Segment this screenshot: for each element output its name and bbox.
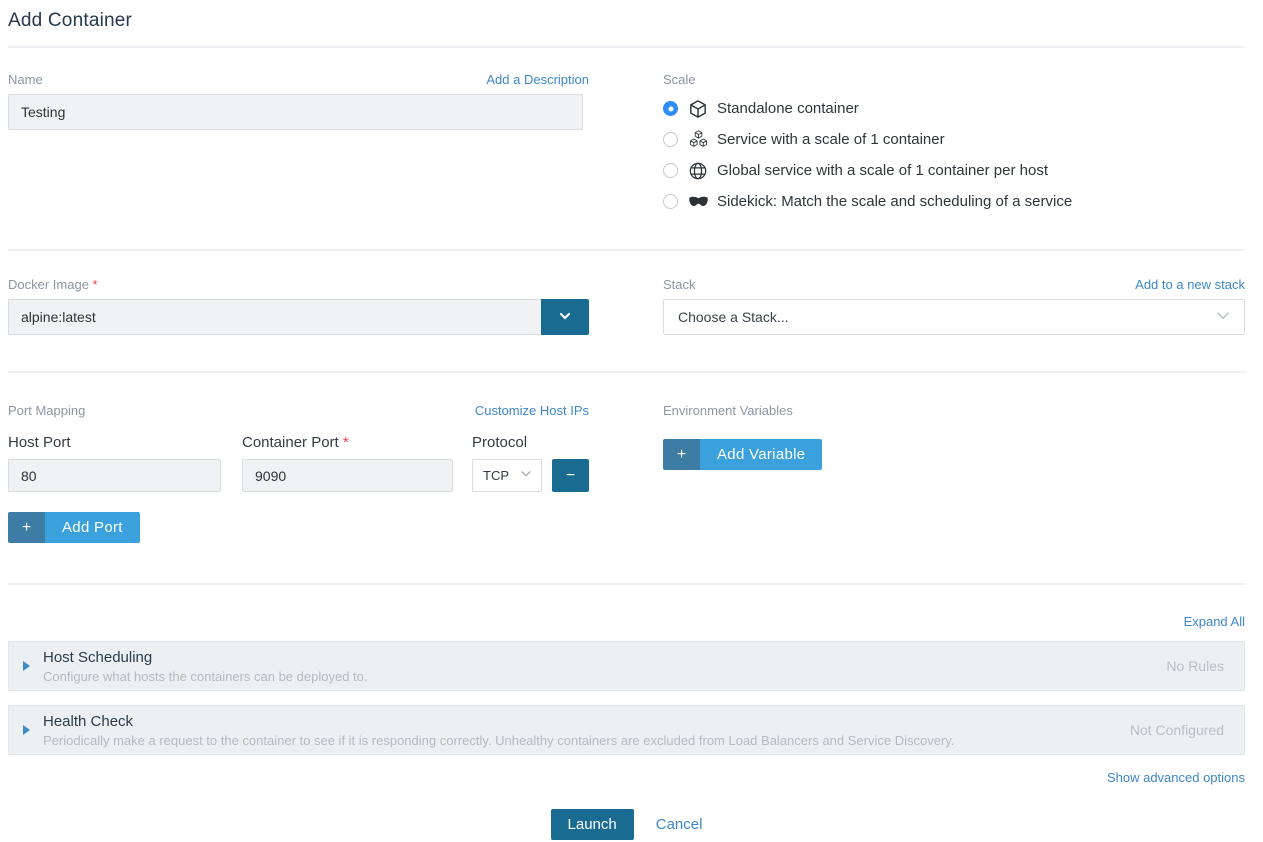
expand-all-link[interactable]: Expand All	[1184, 614, 1245, 629]
host-port-label: Host Port	[8, 434, 221, 451]
cancel-link[interactable]: Cancel	[656, 816, 703, 833]
add-variable-button[interactable]: + Add Variable	[663, 439, 822, 470]
section-divider	[8, 371, 1245, 373]
expand-caret-icon	[23, 725, 30, 735]
add-new-stack-link[interactable]: Add to a new stack	[1135, 277, 1245, 292]
radio-unselected[interactable]	[663, 194, 678, 209]
docker-image-group: Docker Image *	[8, 277, 589, 335]
section-image-stack: Docker Image * Stack Add to a new stack …	[8, 277, 1245, 335]
title-divider	[8, 46, 1245, 48]
accordion-description: Configure what hosts the containers can …	[43, 669, 1136, 684]
scale-option-label: Global service with a scale of 1 contain…	[717, 162, 1048, 179]
image-dropdown-button[interactable]	[541, 299, 589, 335]
scale-option-label: Sidekick: Match the scale and scheduling…	[717, 193, 1072, 210]
launch-button[interactable]: Launch	[551, 809, 634, 840]
name-label: Name	[8, 72, 43, 87]
radio-unselected[interactable]	[663, 163, 678, 178]
name-field-group: Name Add a Description	[8, 72, 589, 221]
container-port-label: Container Port *	[242, 434, 453, 451]
required-asterisk: *	[93, 277, 98, 292]
accordion-text: Health Check Periodically make a request…	[43, 713, 1100, 748]
chevron-down-icon	[519, 467, 533, 484]
scale-option-sidekick[interactable]: Sidekick: Match the scale and scheduling…	[663, 190, 1245, 213]
section-name-scale: Name Add a Description Scale Standalone …	[8, 72, 1245, 221]
remove-port-button[interactable]: −	[552, 459, 589, 492]
show-advanced-options-link[interactable]: Show advanced options	[1107, 770, 1245, 785]
protocol-field-group: Protocol TCP	[472, 434, 542, 492]
environment-variables-label: Environment Variables	[663, 403, 793, 418]
accordion-health-check[interactable]: Health Check Periodically make a request…	[8, 705, 1245, 755]
accordion-description: Periodically make a request to the conta…	[43, 733, 1100, 748]
scale-option-label: Service with a scale of 1 container	[717, 131, 945, 148]
protocol-label: Protocol	[472, 434, 542, 451]
section-divider	[8, 249, 1245, 251]
chevron-down-icon	[557, 308, 573, 327]
radio-selected[interactable]	[663, 101, 678, 116]
accordion-host-scheduling[interactable]: Host Scheduling Configure what hosts the…	[8, 641, 1245, 691]
port-row: Host Port Container Port * Protocol TCP	[8, 434, 589, 492]
expand-caret-icon	[23, 661, 30, 671]
accordion-status: No Rules	[1166, 658, 1224, 674]
plus-icon: +	[663, 439, 700, 470]
customize-host-ips-link[interactable]: Customize Host IPs	[475, 403, 589, 418]
scale-option-service[interactable]: Service with a scale of 1 container	[663, 128, 1245, 151]
protocol-select-value: TCP	[483, 468, 509, 483]
scale-option-standalone[interactable]: Standalone container	[663, 97, 1245, 120]
cube-icon	[686, 98, 710, 120]
protocol-select[interactable]: TCP	[472, 459, 542, 492]
environment-variables-group: Environment Variables + Add Variable	[663, 403, 1245, 543]
cubes-icon	[686, 129, 710, 151]
container-port-field-group: Container Port *	[242, 434, 453, 492]
stack-group: Stack Add to a new stack Choose a Stack.…	[663, 277, 1245, 335]
scale-group: Scale Standalone container	[663, 72, 1245, 221]
add-variable-label: Add Variable	[700, 439, 822, 470]
scale-option-label: Standalone container	[717, 100, 859, 117]
add-container-page: Add Container Name Add a Description Sca…	[0, 0, 1263, 842]
minus-icon: −	[566, 467, 575, 485]
add-port-button[interactable]: + Add Port	[8, 512, 140, 543]
stack-label: Stack	[663, 277, 696, 292]
stack-select-value: Choose a Stack...	[678, 309, 789, 325]
host-port-input[interactable]	[8, 459, 221, 492]
docker-image-label: Docker Image *	[8, 277, 98, 292]
accordion-status: Not Configured	[1130, 722, 1224, 738]
footer-actions: Launch Cancel	[8, 809, 1245, 840]
section-ports-env: Port Mapping Customize Host IPs Host Por…	[8, 403, 1245, 543]
port-mapping-label: Port Mapping	[8, 403, 85, 418]
stack-select[interactable]: Choose a Stack...	[663, 299, 1245, 335]
page-title: Add Container	[8, 10, 1245, 32]
required-asterisk: *	[343, 434, 349, 451]
scale-option-global[interactable]: Global service with a scale of 1 contain…	[663, 159, 1245, 182]
accordion-title: Host Scheduling	[43, 649, 1136, 666]
plus-icon: +	[8, 512, 45, 543]
section-divider	[8, 583, 1245, 585]
container-port-input[interactable]	[242, 459, 453, 492]
scale-label: Scale	[663, 72, 1245, 87]
mask-icon	[686, 191, 710, 213]
add-description-link[interactable]: Add a Description	[486, 72, 589, 87]
globe-icon	[686, 160, 710, 182]
add-port-label: Add Port	[45, 512, 140, 543]
accordion-text: Host Scheduling Configure what hosts the…	[43, 649, 1136, 684]
radio-unselected[interactable]	[663, 132, 678, 147]
port-mapping-group: Port Mapping Customize Host IPs Host Por…	[8, 403, 589, 543]
name-input[interactable]	[8, 94, 583, 130]
host-port-field-group: Host Port	[8, 434, 221, 492]
docker-image-input[interactable]	[8, 299, 541, 335]
accordion-title: Health Check	[43, 713, 1100, 730]
chevron-down-icon	[1214, 307, 1232, 328]
